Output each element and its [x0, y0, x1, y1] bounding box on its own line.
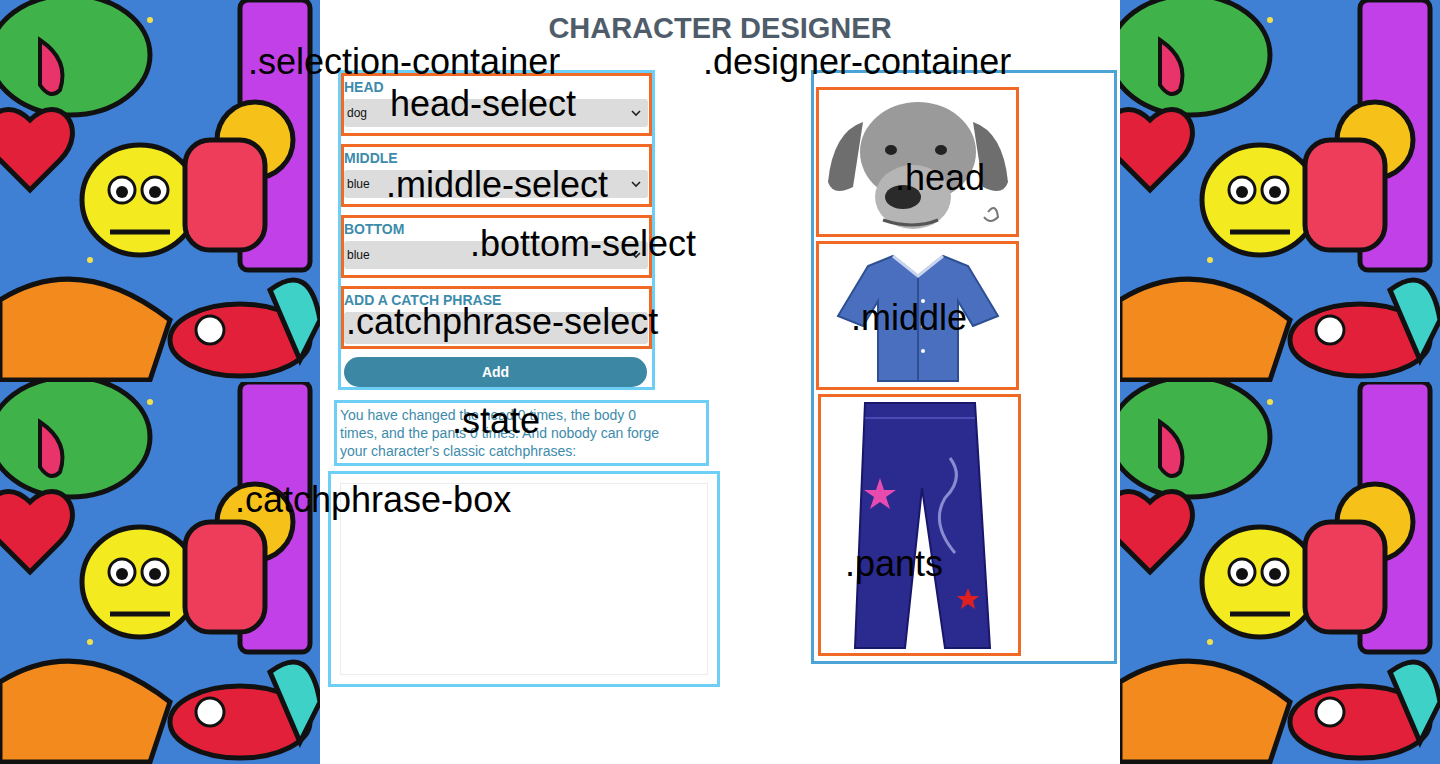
left-column: HEAD dog MIDDLE blue B	[320, 70, 720, 687]
middle-label: MIDDLE	[344, 149, 647, 167]
right-pattern-panel	[1120, 0, 1440, 764]
pants-part	[818, 394, 1021, 656]
head-select-group: HEAD dog	[341, 73, 652, 136]
bottom-label: BOTTOM	[344, 220, 647, 238]
middle-select-group: MIDDLE blue	[341, 144, 652, 207]
main-panel: CHARACTER DESIGNER HEAD dog MIDDLE blue	[320, 0, 1120, 764]
annotation-label: .head	[895, 160, 985, 196]
right-column	[811, 70, 1117, 687]
doodle-pattern-icon	[1120, 0, 1440, 764]
left-pattern-panel	[0, 0, 320, 764]
bottom-select[interactable]: blue	[344, 241, 648, 269]
catchphrase-box	[328, 471, 720, 687]
designer-container	[811, 70, 1117, 664]
catchphrase-label: ADD A CATCH PHRASE	[344, 291, 647, 309]
page-title: CHARACTER DESIGNER	[320, 0, 1120, 70]
middle-part	[816, 241, 1019, 390]
chevron-down-icon	[630, 178, 642, 190]
add-button[interactable]: Add	[344, 357, 647, 387]
annotation-label: .middle	[851, 300, 967, 336]
annotation-label: .middle-select	[386, 167, 608, 203]
head-select[interactable]: dog	[344, 99, 648, 127]
annotation-label: .catchphrase-box	[235, 482, 511, 518]
head-value: dog	[347, 104, 367, 122]
pants-icon	[840, 398, 1000, 653]
doodle-pattern-icon	[0, 0, 320, 764]
state-box: You have changed the head 0 times, the b…	[334, 400, 709, 466]
annotation-label: .pants	[845, 546, 943, 582]
chevron-down-icon	[630, 107, 642, 119]
catchphrase-input[interactable]	[344, 312, 648, 344]
head-part	[816, 87, 1019, 237]
shirt-icon	[833, 246, 1003, 386]
selection-container: HEAD dog MIDDLE blue B	[338, 70, 655, 390]
annotation-label: .designer-container	[703, 44, 1011, 80]
state-line: times, and the pants 0 times. And nobody…	[340, 424, 703, 442]
annotation-label: .catchphrase-select	[346, 304, 658, 340]
state-line: You have changed the head 0 times, the b…	[340, 406, 703, 424]
bottom-value: blue	[347, 246, 370, 264]
annotation-layer: .selection-container .designer-container…	[0, 0, 1440, 764]
chevron-down-icon	[630, 249, 642, 261]
annotation-label: head-select	[390, 86, 576, 122]
bottom-select-group: BOTTOM blue	[341, 215, 652, 278]
dog-head-icon	[823, 92, 1013, 232]
head-label: HEAD	[344, 78, 647, 96]
annotation-label: .bottom-select	[470, 226, 696, 262]
annotation-label: .state	[452, 403, 540, 439]
middle-select[interactable]: blue	[344, 170, 648, 198]
state-line: your character's classic catchphrases:	[340, 442, 703, 460]
page: CHARACTER DESIGNER HEAD dog MIDDLE blue	[0, 0, 1440, 764]
middle-value: blue	[347, 175, 370, 193]
catchphrase-list	[340, 483, 708, 675]
catchphrase-group: ADD A CATCH PHRASE	[341, 286, 652, 349]
annotation-label: .selection-container	[248, 44, 560, 80]
